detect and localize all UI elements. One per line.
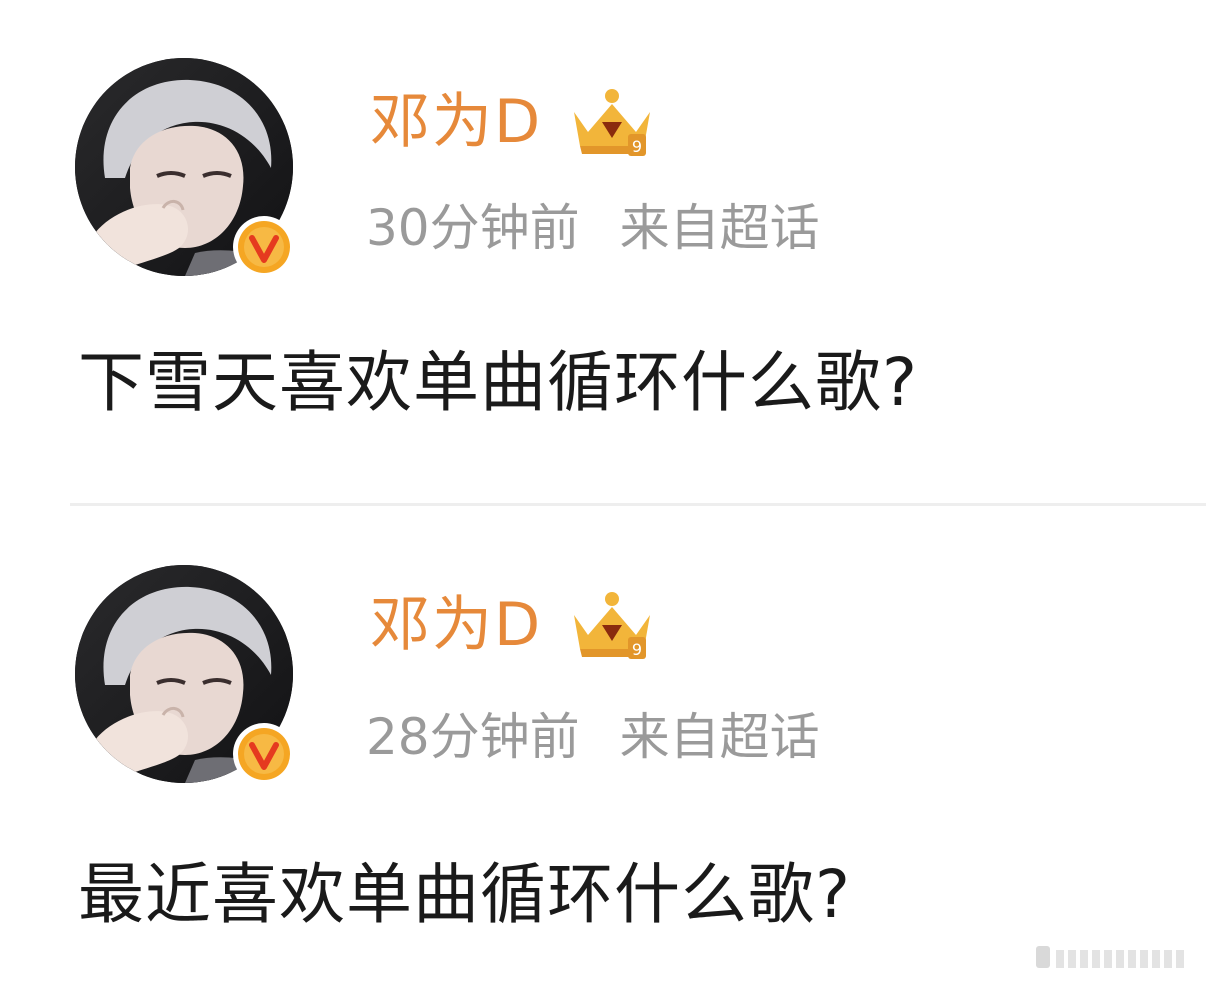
- verified-badge: [233, 723, 295, 785]
- verified-badge: [233, 216, 295, 278]
- post-source[interactable]: 来自超话: [620, 705, 820, 769]
- avatar-container[interactable]: [75, 58, 295, 278]
- verified-v-icon: [238, 221, 290, 273]
- username[interactable]: 邓为D: [370, 82, 542, 162]
- post-timestamp: 30分钟前: [366, 199, 580, 257]
- username-row: 邓为D 9: [370, 82, 658, 162]
- svg-text:9: 9: [632, 137, 642, 156]
- verified-v-icon: [238, 728, 290, 780]
- weibo-watermark-icon: [1036, 942, 1196, 972]
- username-row: 邓为D 9: [370, 585, 658, 665]
- post-body-text: 下雪天喜欢单曲循环什么歌?: [78, 344, 919, 421]
- svg-text:9: 9: [632, 640, 642, 659]
- post-meta: 30分钟前 来自超话: [366, 196, 820, 260]
- crown-level-badge-icon[interactable]: 9: [566, 82, 658, 162]
- post-card[interactable]: 邓为D 9 28分钟前 来自超话 最近喜欢单曲循环什么歌?: [0, 505, 1206, 987]
- username[interactable]: 邓为D: [370, 585, 542, 665]
- post-source[interactable]: 来自超话: [620, 196, 820, 260]
- post-timestamp: 28分钟前: [366, 708, 580, 766]
- crown-level-badge-icon[interactable]: 9: [566, 585, 658, 665]
- post-card[interactable]: 邓为D 9 30分钟前 来自超话 下雪天喜欢单曲循环什么歌?: [0, 0, 1206, 500]
- avatar-container[interactable]: [75, 565, 295, 785]
- post-body-text: 最近喜欢单曲循环什么歌?: [78, 856, 852, 933]
- post-meta: 28分钟前 来自超话: [366, 705, 820, 769]
